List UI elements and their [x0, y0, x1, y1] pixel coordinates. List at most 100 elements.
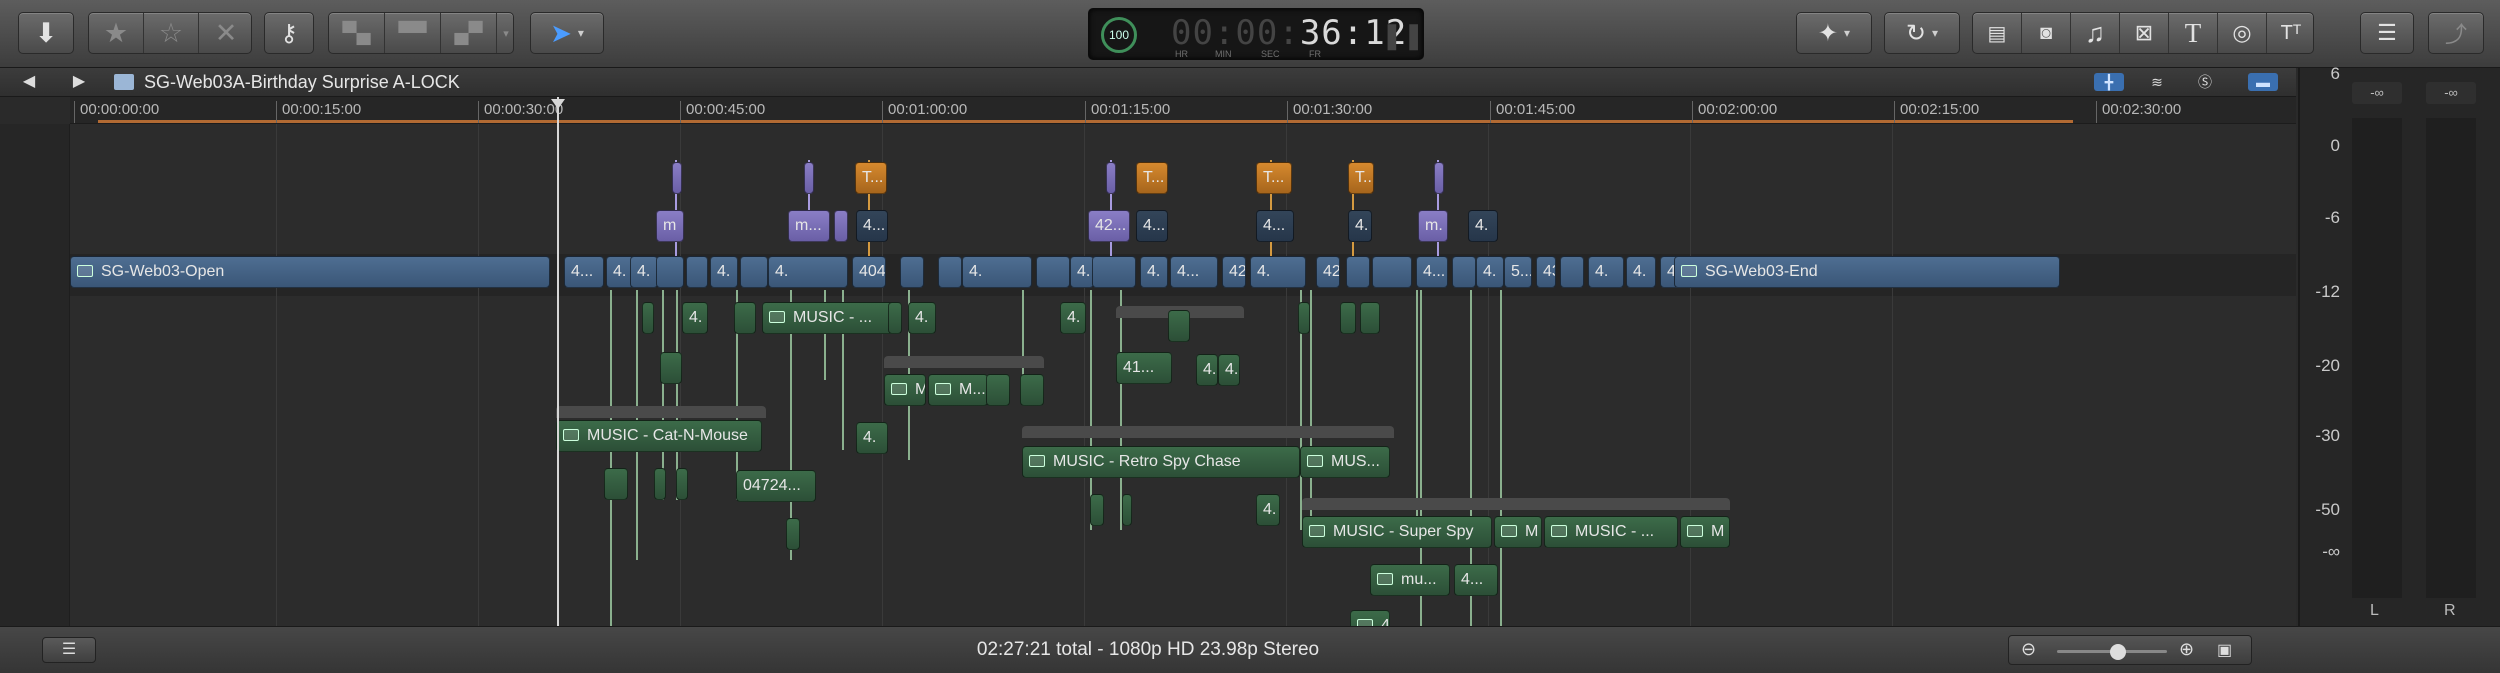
audio-clip-sliver[interactable] [604, 468, 628, 500]
connected-clip[interactable]: 4... [1256, 210, 1294, 242]
transitions-browser-button[interactable]: ⊠ [2120, 13, 2169, 53]
snapping-toggle[interactable]: ▬ [2248, 73, 2278, 91]
primary-clip[interactable] [1036, 256, 1070, 288]
inspector-button[interactable]: ☰ [2360, 12, 2414, 54]
zoom-slider[interactable] [2057, 644, 2167, 660]
connected-video-clip[interactable]: m... [788, 210, 830, 242]
zoom-in-icon[interactable]: ⊕ [2179, 639, 2194, 660]
title-clip[interactable]: T... [855, 162, 887, 194]
primary-clip[interactable] [1372, 256, 1412, 288]
audio-clip[interactable]: 4. [856, 422, 888, 454]
audio-clip[interactable]: 4. [908, 302, 936, 334]
enhance-button[interactable]: ✦ ▾ [1796, 12, 1872, 54]
primary-clip[interactable] [1452, 256, 1476, 288]
zoom-slider-knob[interactable] [2109, 644, 2126, 660]
audio-clip[interactable]: 4. [1196, 354, 1218, 386]
skimming-toggle[interactable]: ╋ [2094, 73, 2124, 91]
primary-clip[interactable]: 4... [1416, 256, 1448, 288]
primary-clip[interactable]: 4. [1070, 256, 1094, 288]
audio-clip-sliver[interactable] [676, 468, 688, 500]
audio-clip[interactable]: 4. [1218, 354, 1240, 386]
audio-clip[interactable]: mu... [1370, 564, 1450, 596]
primary-clip[interactable]: 4. [710, 256, 738, 288]
history-back-button[interactable]: ◀ [18, 72, 40, 92]
insert-button[interactable]: ▀▀ [385, 13, 441, 53]
generators-browser-button[interactable]: Tᵀ [2267, 13, 2315, 53]
edit-options-dropdown[interactable]: ▾ [497, 13, 515, 53]
primary-clip-end[interactable]: SG-Web03-End [1674, 256, 2060, 288]
dashboard-timecode[interactable]: 100 00:00:36:12 HR MIN SEC FR ❚❚ [1088, 8, 1425, 60]
primary-clip[interactable]: 4. [1626, 256, 1656, 288]
audio-clip-sliver[interactable] [986, 374, 1010, 406]
connected-video-clip[interactable]: 42... [1088, 210, 1130, 242]
audio-clip-sliver[interactable] [1340, 302, 1356, 334]
import-button[interactable]: ⬇ [18, 12, 74, 54]
connected-clip[interactable]: 4... [856, 210, 888, 242]
music-browser-button[interactable]: ♫ [2071, 13, 2120, 53]
playhead[interactable] [551, 97, 565, 626]
connected-video-clip[interactable] [834, 210, 848, 242]
audio-clip[interactable]: MUSIC - ... [762, 302, 898, 334]
audio-clip-sliver[interactable] [660, 352, 682, 384]
audio-clip-sliver[interactable] [1122, 494, 1132, 526]
primary-clip[interactable]: 42... [1222, 256, 1246, 288]
primary-clip[interactable] [900, 256, 924, 288]
connected-clip[interactable]: 4... [1136, 210, 1168, 242]
audio-clip[interactable]: M [1680, 516, 1730, 548]
retime-button[interactable]: ↻ ▾ [1884, 12, 1960, 54]
audio-clip[interactable]: M... [928, 374, 988, 406]
primary-clip[interactable]: 42... [1316, 256, 1340, 288]
primary-clip[interactable]: 43... [1536, 256, 1556, 288]
primary-clip[interactable] [1346, 256, 1370, 288]
audio-clip[interactable]: MUSIC - Retro Spy Chase [1022, 446, 1300, 478]
audio-clip[interactable]: M [1494, 516, 1542, 548]
audio-clip[interactable]: MUSIC - Super Spy [1302, 516, 1492, 548]
zoom-out-icon[interactable]: ⊖ [2021, 639, 2036, 660]
primary-clip[interactable] [656, 256, 684, 288]
connected-clip[interactable]: 4. [1468, 210, 1498, 242]
primary-clip[interactable] [1560, 256, 1584, 288]
audio-clip-sliver[interactable] [888, 302, 902, 334]
primary-clip[interactable] [686, 256, 708, 288]
primary-clip[interactable] [740, 256, 768, 288]
connected-video-clip[interactable]: m [656, 210, 684, 242]
primary-clip-open[interactable]: SG-Web03-Open [70, 256, 550, 288]
audio-clip-sliver[interactable] [734, 302, 756, 334]
primary-clip[interactable]: 4... [1170, 256, 1218, 288]
audio-clip-sliver[interactable] [1090, 494, 1104, 526]
titles-browser-button[interactable]: T [2169, 13, 2218, 53]
title-clip[interactable]: T... [1256, 162, 1292, 194]
audio-clip-sliver[interactable] [1168, 310, 1190, 342]
audio-clip[interactable]: 4... [1454, 564, 1498, 596]
primary-clip[interactable]: 4. [1588, 256, 1624, 288]
filmstrip-icon[interactable]: ▣ [2217, 640, 2232, 660]
primary-clip[interactable]: 4... [564, 256, 604, 288]
title-clip[interactable]: T... [1136, 162, 1168, 194]
video-clip-sliver[interactable] [672, 162, 682, 194]
timeline-tracks[interactable]: SG-Web03-Open 4... 4. 4. 4. 4. 404-2 ... 4. 4. 4.… [0, 124, 2296, 626]
audio-clip[interactable]: MUS... [1300, 446, 1390, 478]
history-forward-button[interactable]: ▶ [68, 72, 90, 92]
primary-clip[interactable]: 4. [1476, 256, 1504, 288]
keyword-button[interactable]: ⚷ [264, 12, 314, 54]
primary-clip[interactable]: 4. [1140, 256, 1168, 288]
audio-clip[interactable]: MUSIC - ... [1544, 516, 1678, 548]
audio-clip-sliver[interactable] [1020, 374, 1044, 406]
audio-clip[interactable]: 4. [1060, 302, 1086, 334]
favorite-button[interactable]: ★ [89, 13, 144, 53]
video-clip-sliver[interactable] [1434, 162, 1444, 194]
primary-clip[interactable]: 5... [1504, 256, 1532, 288]
video-clip-sliver[interactable] [804, 162, 814, 194]
primary-clip[interactable] [938, 256, 962, 288]
primary-clip[interactable]: 4. [768, 256, 848, 288]
audio-clip-sliver[interactable] [1360, 302, 1380, 334]
audio-clip[interactable]: 04724... [736, 470, 816, 502]
themes-browser-button[interactable]: ◎ [2218, 13, 2267, 53]
audio-clip[interactable]: MUSIC - Cat-N-Mouse [556, 420, 762, 452]
audio-clip-sliver[interactable] [1298, 302, 1310, 334]
unrate-button[interactable]: ☆ [144, 13, 199, 53]
audio-clip-sliver[interactable] [786, 518, 800, 550]
share-button[interactable]: ⤴ [2428, 12, 2484, 54]
audio-clip-sliver[interactable] [642, 302, 654, 334]
connected-video-clip[interactable]: m. [1418, 210, 1448, 242]
